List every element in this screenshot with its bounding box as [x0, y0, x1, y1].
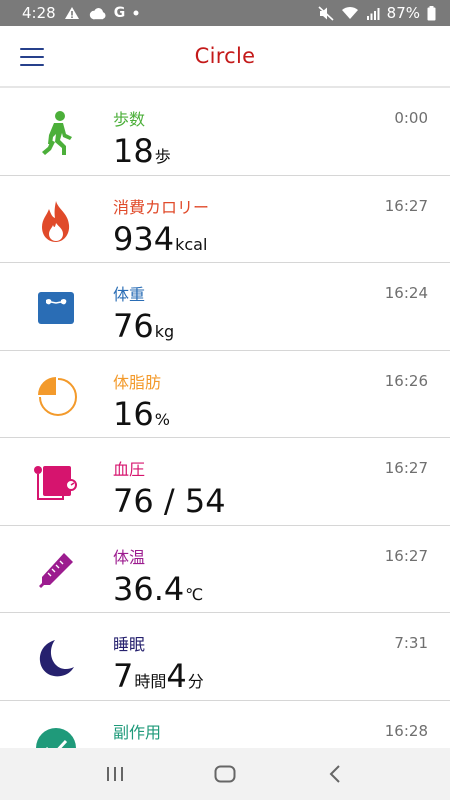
status-time: 4:28 — [22, 4, 56, 22]
metric-label: 体重 — [113, 285, 146, 304]
pie-chart-icon — [32, 373, 80, 419]
metric-label: 歩数 — [113, 110, 146, 129]
metric-number: 76 / 54 — [113, 482, 226, 520]
metric-time: 16:26 — [384, 371, 428, 390]
metric-time: 16:27 — [384, 196, 428, 215]
list-item-weight[interactable]: 体重 16:24 76kg — [0, 263, 450, 351]
metric-unit: % — [154, 409, 170, 429]
metric-time: 16:27 — [384, 546, 428, 565]
metric-unit-hours: 時間 — [134, 672, 167, 691]
thermometer-icon — [32, 548, 80, 594]
metric-time: 0:00 — [394, 109, 428, 127]
crescent-moon-icon — [32, 635, 80, 681]
list-item-sleep[interactable]: 睡眠 7:31 7時間4分 — [0, 613, 450, 701]
app-bar: Circle — [0, 26, 450, 88]
status-bar: 4:28 G 87% — [0, 0, 450, 26]
flame-icon — [32, 198, 80, 244]
metric-value: 36.4℃ — [113, 570, 203, 608]
metric-value: 18歩 — [113, 132, 171, 170]
back-icon[interactable] — [315, 754, 355, 794]
blood-pressure-monitor-icon — [32, 460, 80, 506]
metric-hours: 7 — [113, 657, 134, 695]
metric-number: 76 — [113, 307, 154, 345]
system-nav-bar — [0, 748, 450, 800]
metric-time: 16:28 — [384, 721, 428, 740]
scale-icon — [32, 285, 80, 331]
metric-label: 体温 — [113, 547, 146, 567]
list-item-blood-pressure[interactable]: 血圧 16:27 76 / 54 — [0, 438, 450, 526]
metric-label: 副作用 — [113, 722, 162, 742]
metric-value: 934kcal — [113, 220, 207, 258]
metric-time: 7:31 — [394, 634, 428, 652]
metric-unit-minutes: 分 — [187, 672, 204, 691]
metric-time: 16:27 — [384, 459, 428, 477]
metric-unit: 歩 — [154, 147, 171, 166]
metric-label: 睡眠 — [113, 635, 146, 654]
metric-label: 体脂肪 — [113, 372, 162, 392]
list-item-calories[interactable]: 消費カロリー 16:27 934kcal — [0, 176, 450, 263]
mute-icon — [318, 5, 334, 21]
hamburger-menu-icon[interactable] — [20, 48, 44, 66]
health-metrics-list: 歩数 0:00 18歩 消費カロリー 16:27 934kcal 体重 16:2… — [0, 88, 450, 748]
metric-unit: kg — [154, 322, 175, 341]
list-item-steps[interactable]: 歩数 0:00 18歩 — [0, 88, 450, 176]
metric-value: 16% — [113, 395, 170, 433]
metric-number: 934 — [113, 219, 175, 258]
metric-number: 36.4 — [113, 569, 185, 608]
list-item-side-effects[interactable]: 副作用 16:28 — [0, 701, 450, 748]
walking-person-icon — [32, 110, 80, 156]
cloud-icon — [88, 7, 106, 20]
metric-number: 18 — [113, 132, 154, 170]
check-circle-icon — [32, 725, 80, 748]
warning-icon — [64, 6, 80, 20]
metric-unit: ℃ — [185, 584, 204, 604]
metric-label: 消費カロリー — [113, 197, 210, 217]
metric-number: 16 — [113, 394, 154, 433]
metric-value: 76 / 54 — [113, 482, 226, 520]
recent-apps-icon[interactable] — [95, 754, 135, 794]
list-item-body-fat[interactable]: 体脂肪 16:26 16% — [0, 351, 450, 438]
dot-icon — [133, 10, 139, 16]
page-title: Circle — [194, 44, 256, 68]
metric-value: 76kg — [113, 307, 174, 345]
metric-time: 16:24 — [384, 284, 428, 302]
signal-icon — [366, 7, 380, 20]
home-icon[interactable] — [205, 754, 245, 794]
wifi-icon — [341, 6, 359, 20]
metric-value: 7時間4分 — [113, 657, 204, 695]
battery-level: 87% — [386, 4, 420, 22]
metric-unit: kcal — [175, 234, 208, 254]
status-right: 87% — [318, 4, 436, 22]
metric-minutes: 4 — [166, 657, 187, 695]
list-item-temperature[interactable]: 体温 16:27 36.4℃ — [0, 526, 450, 613]
g-icon: G — [113, 5, 126, 21]
battery-icon — [427, 5, 436, 21]
status-left: 4:28 G — [22, 4, 139, 22]
metric-label: 血圧 — [113, 460, 146, 479]
